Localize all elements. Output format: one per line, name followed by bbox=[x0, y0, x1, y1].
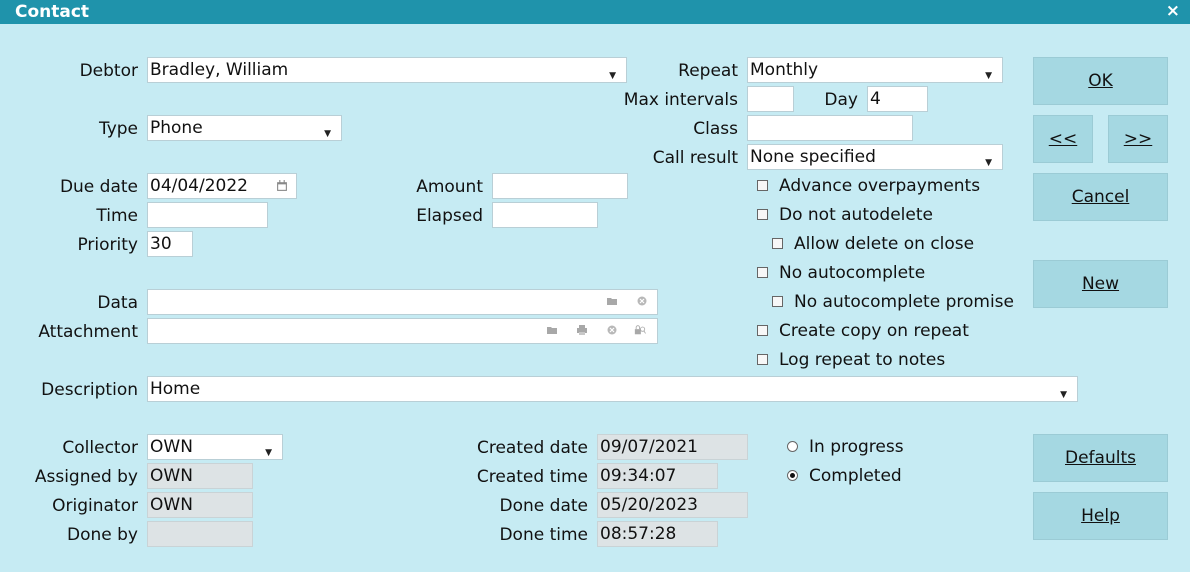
in-progress-label: In progress bbox=[809, 437, 904, 457]
class-field[interactable] bbox=[747, 115, 913, 141]
new-button[interactable]: New bbox=[1033, 260, 1168, 308]
create-copy-on-repeat-label: Create copy on repeat bbox=[779, 321, 969, 341]
debtor-value: Bradley, William bbox=[150, 60, 289, 80]
done-time-field: 08:57:28 bbox=[597, 521, 718, 547]
type-select[interactable]: Phone ▼ bbox=[147, 115, 342, 141]
create-copy-on-repeat-checkbox[interactable] bbox=[757, 325, 768, 336]
chevron-down-icon[interactable]: ▼ bbox=[324, 122, 331, 140]
data-label: Data bbox=[97, 293, 138, 313]
repeat-select[interactable]: Monthly ▼ bbox=[747, 57, 1003, 83]
done-time-label: Done time bbox=[499, 525, 588, 545]
attachment-label: Attachment bbox=[38, 322, 138, 342]
time-label: Time bbox=[96, 206, 138, 226]
print-icon[interactable] bbox=[576, 324, 588, 336]
created-date-label: Created date bbox=[476, 438, 588, 458]
do-not-autodelete-checkbox[interactable] bbox=[757, 209, 768, 220]
repeat-label: Repeat bbox=[678, 61, 738, 81]
elapsed-label: Elapsed bbox=[416, 206, 483, 226]
help-button[interactable]: Help bbox=[1033, 492, 1168, 540]
created-time-label: Created time bbox=[476, 467, 588, 487]
defaults-button[interactable]: Defaults bbox=[1033, 434, 1168, 482]
priority-field[interactable]: 30 bbox=[147, 231, 193, 257]
lock-icon[interactable] bbox=[634, 324, 646, 336]
collector-label: Collector bbox=[62, 438, 138, 458]
call-result-select[interactable]: None specified ▼ bbox=[747, 144, 1003, 170]
calendar-icon[interactable] bbox=[276, 180, 288, 192]
ok-button[interactable]: OK bbox=[1033, 57, 1168, 105]
log-repeat-to-notes-checkbox[interactable] bbox=[757, 354, 768, 365]
call-result-label: Call result bbox=[652, 148, 738, 168]
collector-value: OWN bbox=[150, 437, 193, 457]
assigned-by-field: OWN bbox=[147, 463, 253, 489]
close-icon[interactable]: × bbox=[1166, 1, 1180, 21]
originator-label: Originator bbox=[52, 496, 138, 516]
done-date-field: 05/20/2023 bbox=[597, 492, 748, 518]
advance-overpayments-label: Advance overpayments bbox=[779, 176, 981, 196]
originator-field: OWN bbox=[147, 492, 253, 518]
next-button[interactable]: >> bbox=[1108, 115, 1168, 163]
description-value: Home bbox=[150, 379, 201, 399]
time-field[interactable] bbox=[147, 202, 268, 228]
type-value: Phone bbox=[150, 118, 203, 138]
collector-select[interactable]: OWN ▼ bbox=[147, 434, 283, 460]
no-autocomplete-promise-checkbox[interactable] bbox=[772, 296, 783, 307]
description-select[interactable]: Home ▼ bbox=[147, 376, 1078, 402]
debtor-label: Debtor bbox=[79, 61, 138, 81]
chevron-down-icon[interactable]: ▼ bbox=[985, 64, 992, 82]
due-date-label: Due date bbox=[59, 177, 138, 197]
priority-label: Priority bbox=[77, 235, 138, 255]
folder-icon[interactable] bbox=[546, 324, 558, 336]
title-bar: Contact × bbox=[0, 0, 1190, 24]
window-title: Contact bbox=[15, 2, 90, 22]
completed-radio[interactable] bbox=[787, 470, 798, 481]
clear-icon[interactable] bbox=[636, 295, 648, 307]
chevron-down-icon[interactable]: ▼ bbox=[985, 151, 992, 169]
max-intervals-field[interactable] bbox=[747, 86, 794, 112]
cancel-button[interactable]: Cancel bbox=[1033, 173, 1168, 221]
assigned-by-label: Assigned by bbox=[34, 467, 138, 487]
allow-delete-on-close-checkbox[interactable] bbox=[772, 238, 783, 249]
created-date-field: 09/07/2021 bbox=[597, 434, 748, 460]
no-autocomplete-label: No autocomplete bbox=[779, 263, 926, 283]
log-repeat-to-notes-label: Log repeat to notes bbox=[779, 350, 946, 370]
created-time-field: 09:34:07 bbox=[597, 463, 718, 489]
class-label: Class bbox=[693, 119, 738, 139]
chevron-down-icon[interactable]: ▼ bbox=[1060, 383, 1067, 401]
due-date-value: 04/04/2022 bbox=[150, 176, 248, 196]
repeat-value: Monthly bbox=[750, 60, 819, 80]
amount-field[interactable] bbox=[492, 173, 628, 199]
call-result-value: None specified bbox=[750, 147, 876, 167]
due-date-field[interactable]: 04/04/2022 bbox=[147, 173, 297, 199]
no-autocomplete-promise-label: No autocomplete promise bbox=[794, 292, 1014, 312]
do-not-autodelete-label: Do not autodelete bbox=[779, 205, 933, 225]
description-label: Description bbox=[41, 380, 138, 400]
folder-icon[interactable] bbox=[606, 295, 618, 307]
no-autocomplete-checkbox[interactable] bbox=[757, 267, 768, 278]
done-by-field bbox=[147, 521, 253, 547]
day-field[interactable]: 4 bbox=[867, 86, 928, 112]
attachment-field[interactable] bbox=[147, 318, 658, 344]
data-field[interactable] bbox=[147, 289, 658, 315]
allow-delete-on-close-label: Allow delete on close bbox=[794, 234, 975, 254]
day-label: Day bbox=[824, 90, 858, 110]
in-progress-radio[interactable] bbox=[787, 441, 798, 452]
chevron-down-icon[interactable]: ▼ bbox=[609, 64, 616, 82]
amount-label: Amount bbox=[416, 177, 483, 197]
advance-overpayments-checkbox[interactable] bbox=[757, 180, 768, 191]
previous-button[interactable]: << bbox=[1033, 115, 1093, 163]
max-intervals-label: Max intervals bbox=[623, 90, 738, 110]
chevron-down-icon[interactable]: ▼ bbox=[265, 441, 272, 459]
debtor-select[interactable]: Bradley, William ▼ bbox=[147, 57, 627, 83]
completed-label: Completed bbox=[809, 466, 902, 486]
type-label: Type bbox=[98, 119, 138, 139]
elapsed-field[interactable] bbox=[492, 202, 598, 228]
done-by-label: Done by bbox=[67, 525, 138, 545]
done-date-label: Done date bbox=[499, 496, 588, 516]
clear-icon[interactable] bbox=[606, 324, 618, 336]
